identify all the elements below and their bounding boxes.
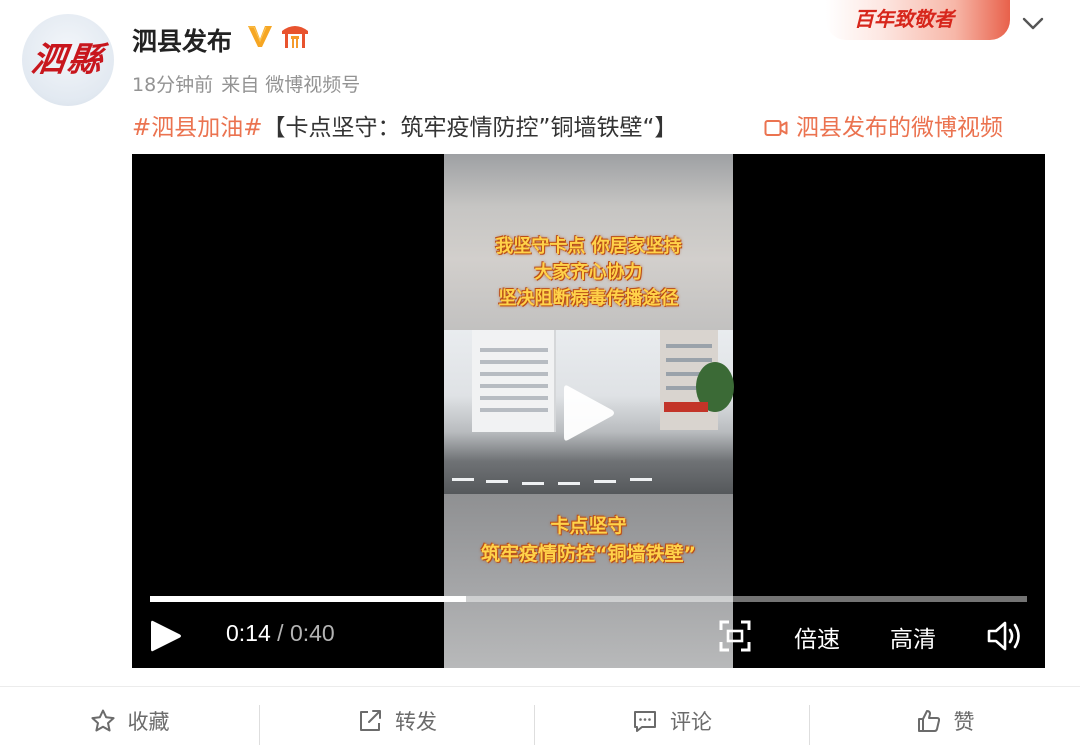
promo-banner-text: 百年致敬者: [854, 7, 954, 31]
video-time: 0:14 / 0:40: [226, 620, 335, 647]
favorite-button[interactable]: 收藏: [0, 687, 259, 753]
volume-icon[interactable]: [986, 618, 1024, 654]
play-icon[interactable]: [148, 618, 184, 654]
duration: 0:40: [289, 620, 335, 646]
favorite-label: 收藏: [127, 709, 170, 734]
comment-icon: [634, 710, 656, 732]
speed-button[interactable]: 倍速: [794, 620, 840, 654]
current-time: 0:14: [226, 620, 271, 646]
progress-bar[interactable]: [150, 596, 1027, 602]
progress-bar-fill: [150, 596, 466, 602]
author-name[interactable]: 泗县发布: [132, 22, 232, 58]
fullscreen-icon[interactable]: [718, 619, 752, 653]
video-caption-top-3: 坚决阻断病毒传播途径: [498, 288, 679, 309]
repost-label: 转发: [395, 709, 437, 734]
post-body: 【卡点坚守：筑牢疫情防控”铜墙铁壁“】: [262, 115, 678, 141]
verified-v-icon: [248, 26, 272, 47]
star-icon: [90, 709, 115, 731]
avatar-logo-text: 泗縣: [28, 40, 107, 80]
chevron-down-icon[interactable]: [1020, 10, 1046, 36]
hashtag-link[interactable]: #泗县加油#: [132, 115, 263, 141]
play-overlay-icon[interactable]: [558, 380, 618, 446]
comment-label: 评论: [670, 709, 712, 734]
post-text: #泗县加油#【卡点坚守：筑牢疫情防控”铜墙铁壁“】: [132, 108, 677, 142]
gate-badge-icon: [282, 26, 308, 48]
bank-building: [472, 330, 556, 432]
video-caption-top-2: 大家齐心协力: [534, 262, 643, 283]
storefront: [664, 402, 708, 412]
video-camera-icon: [764, 120, 788, 136]
quality-button[interactable]: 高清: [890, 620, 936, 654]
weibo-video-link-label: 泗县发布的微博视频: [796, 115, 1003, 141]
video-caption-bottom-2: 筑牢疫情防控“铜墙铁壁”: [481, 543, 696, 565]
repost-button[interactable]: 转发: [260, 687, 534, 753]
comment-button[interactable]: 评论: [535, 687, 809, 753]
promo-banner[interactable]: 百年致敬者: [826, 0, 1010, 40]
action-bar: 收藏 转发 评论 赞: [0, 686, 1080, 753]
time-separator: /: [270, 620, 290, 646]
video-player[interactable]: 我坚守卡点 你居家坚持 大家齐心协力 坚决阻断病毒传播途径 卡点坚守 筑牢疫情防…: [132, 154, 1045, 668]
post-meta: 18分钟前 来自 微博视频号: [132, 70, 360, 97]
video-caption-top-1: 我坚守卡点 你居家坚持: [495, 236, 682, 257]
thumbs-up-icon: [917, 709, 940, 732]
post-time: 18分钟前: [132, 74, 214, 96]
post-source[interactable]: 来自 微博视频号: [221, 74, 360, 96]
share-icon: [360, 709, 381, 731]
avatar[interactable]: 泗縣: [22, 14, 114, 106]
weibo-video-link[interactable]: 泗县发布的微博视频: [764, 108, 1003, 142]
like-button[interactable]: 赞: [810, 687, 1080, 753]
like-label: 赞: [953, 709, 975, 734]
video-caption-bottom-1: 卡点坚守: [550, 515, 627, 537]
